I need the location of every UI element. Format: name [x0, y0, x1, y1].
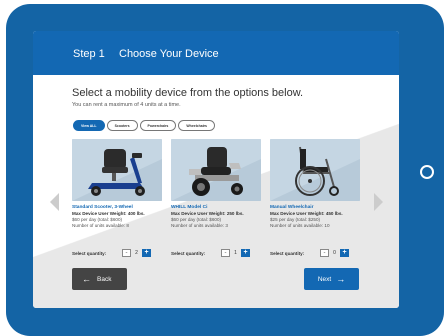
arrow-left-icon: ←	[82, 274, 91, 284]
device-name: Standard Scooter, 3-Wheel	[72, 205, 133, 210]
decrement-button[interactable]: -	[122, 249, 131, 257]
filter-group: View ALL Scooters Powerchairs Wheelchair…	[73, 120, 215, 131]
back-label: Back	[97, 275, 112, 283]
page-title: Choose Your Device	[119, 48, 219, 60]
device-max-weight: Max Device User Weight: 450 lbs.	[270, 211, 343, 216]
quantity-value: 0	[333, 250, 336, 256]
arrow-right-icon: →	[336, 274, 346, 284]
device-price: $60 per day (total: $600)	[171, 217, 222, 222]
quantity-stepper-wheelchair: Select quantity: - 0 +	[270, 249, 349, 257]
wheelchair-icon	[270, 139, 360, 201]
device-name: Manual Wheelchair	[270, 205, 314, 210]
device-availability: Number of units available: 8	[72, 223, 129, 228]
device-card-scooter[interactable]: Standard Scooter, 3-Wheel Max Device Use…	[72, 139, 162, 228]
device-name: WHILL Model Ci	[171, 205, 208, 210]
filter-view-all[interactable]: View ALL	[73, 120, 105, 131]
decrement-button[interactable]: -	[221, 249, 230, 257]
section-subheading: You can rent a maximum of 4 units at a t…	[72, 102, 181, 108]
powerchair-image	[171, 139, 261, 201]
device-card-wheelchair[interactable]: Manual Wheelchair Max Device User Weight…	[270, 139, 360, 228]
device-max-weight: Max Device User Weight: 400 lbs.	[72, 211, 145, 216]
step-label: Step 1	[73, 48, 105, 60]
increment-button[interactable]: +	[241, 249, 250, 257]
filter-wheelchairs[interactable]: Wheelchairs	[178, 120, 215, 131]
quantity-value: 2	[135, 250, 138, 256]
wheelchair-image	[270, 139, 360, 201]
device-availability: Number of units available: 3	[171, 223, 228, 228]
quantity-stepper-whill: Select quantity: - 1 +	[171, 249, 250, 257]
header-bar: Step 1 Choose Your Device	[33, 31, 399, 75]
next-button[interactable]: Next →	[304, 268, 359, 290]
quantity-label: Select quantity:	[270, 250, 305, 256]
device-max-weight: Max Device User Weight: 250 lbs.	[171, 211, 244, 216]
carousel-next-icon[interactable]	[374, 193, 383, 211]
home-button[interactable]	[420, 165, 434, 179]
back-button[interactable]: ← Back	[72, 268, 127, 290]
device-price: $60 per day (total: $600)	[72, 217, 123, 222]
quantity-value: 1	[234, 250, 237, 256]
device-price: $25 per day (total: $250)	[270, 217, 321, 222]
quantity-label: Select quantity:	[72, 250, 107, 256]
quantity-label: Select quantity:	[171, 250, 206, 256]
screen: Step 1 Choose Your Device Select a mobil…	[33, 31, 399, 308]
filter-scooters[interactable]: Scooters	[106, 120, 138, 131]
device-card-whill[interactable]: WHILL Model Ci Max Device User Weight: 2…	[171, 139, 261, 228]
quantity-stepper-scooter: Select quantity: - 2 +	[72, 249, 151, 257]
carousel-prev-icon[interactable]	[50, 193, 59, 211]
filter-powerchairs[interactable]: Powerchairs	[139, 120, 177, 131]
increment-button[interactable]: +	[142, 249, 151, 257]
scooter-icon	[72, 139, 162, 201]
device-availability: Number of units available: 10	[270, 223, 330, 228]
scooter-image	[72, 139, 162, 201]
section-heading: Select a mobility device from the option…	[72, 87, 304, 99]
increment-button[interactable]: +	[340, 249, 349, 257]
next-label: Next	[317, 275, 332, 283]
powerchair-icon	[171, 139, 261, 201]
decrement-button[interactable]: -	[320, 249, 329, 257]
